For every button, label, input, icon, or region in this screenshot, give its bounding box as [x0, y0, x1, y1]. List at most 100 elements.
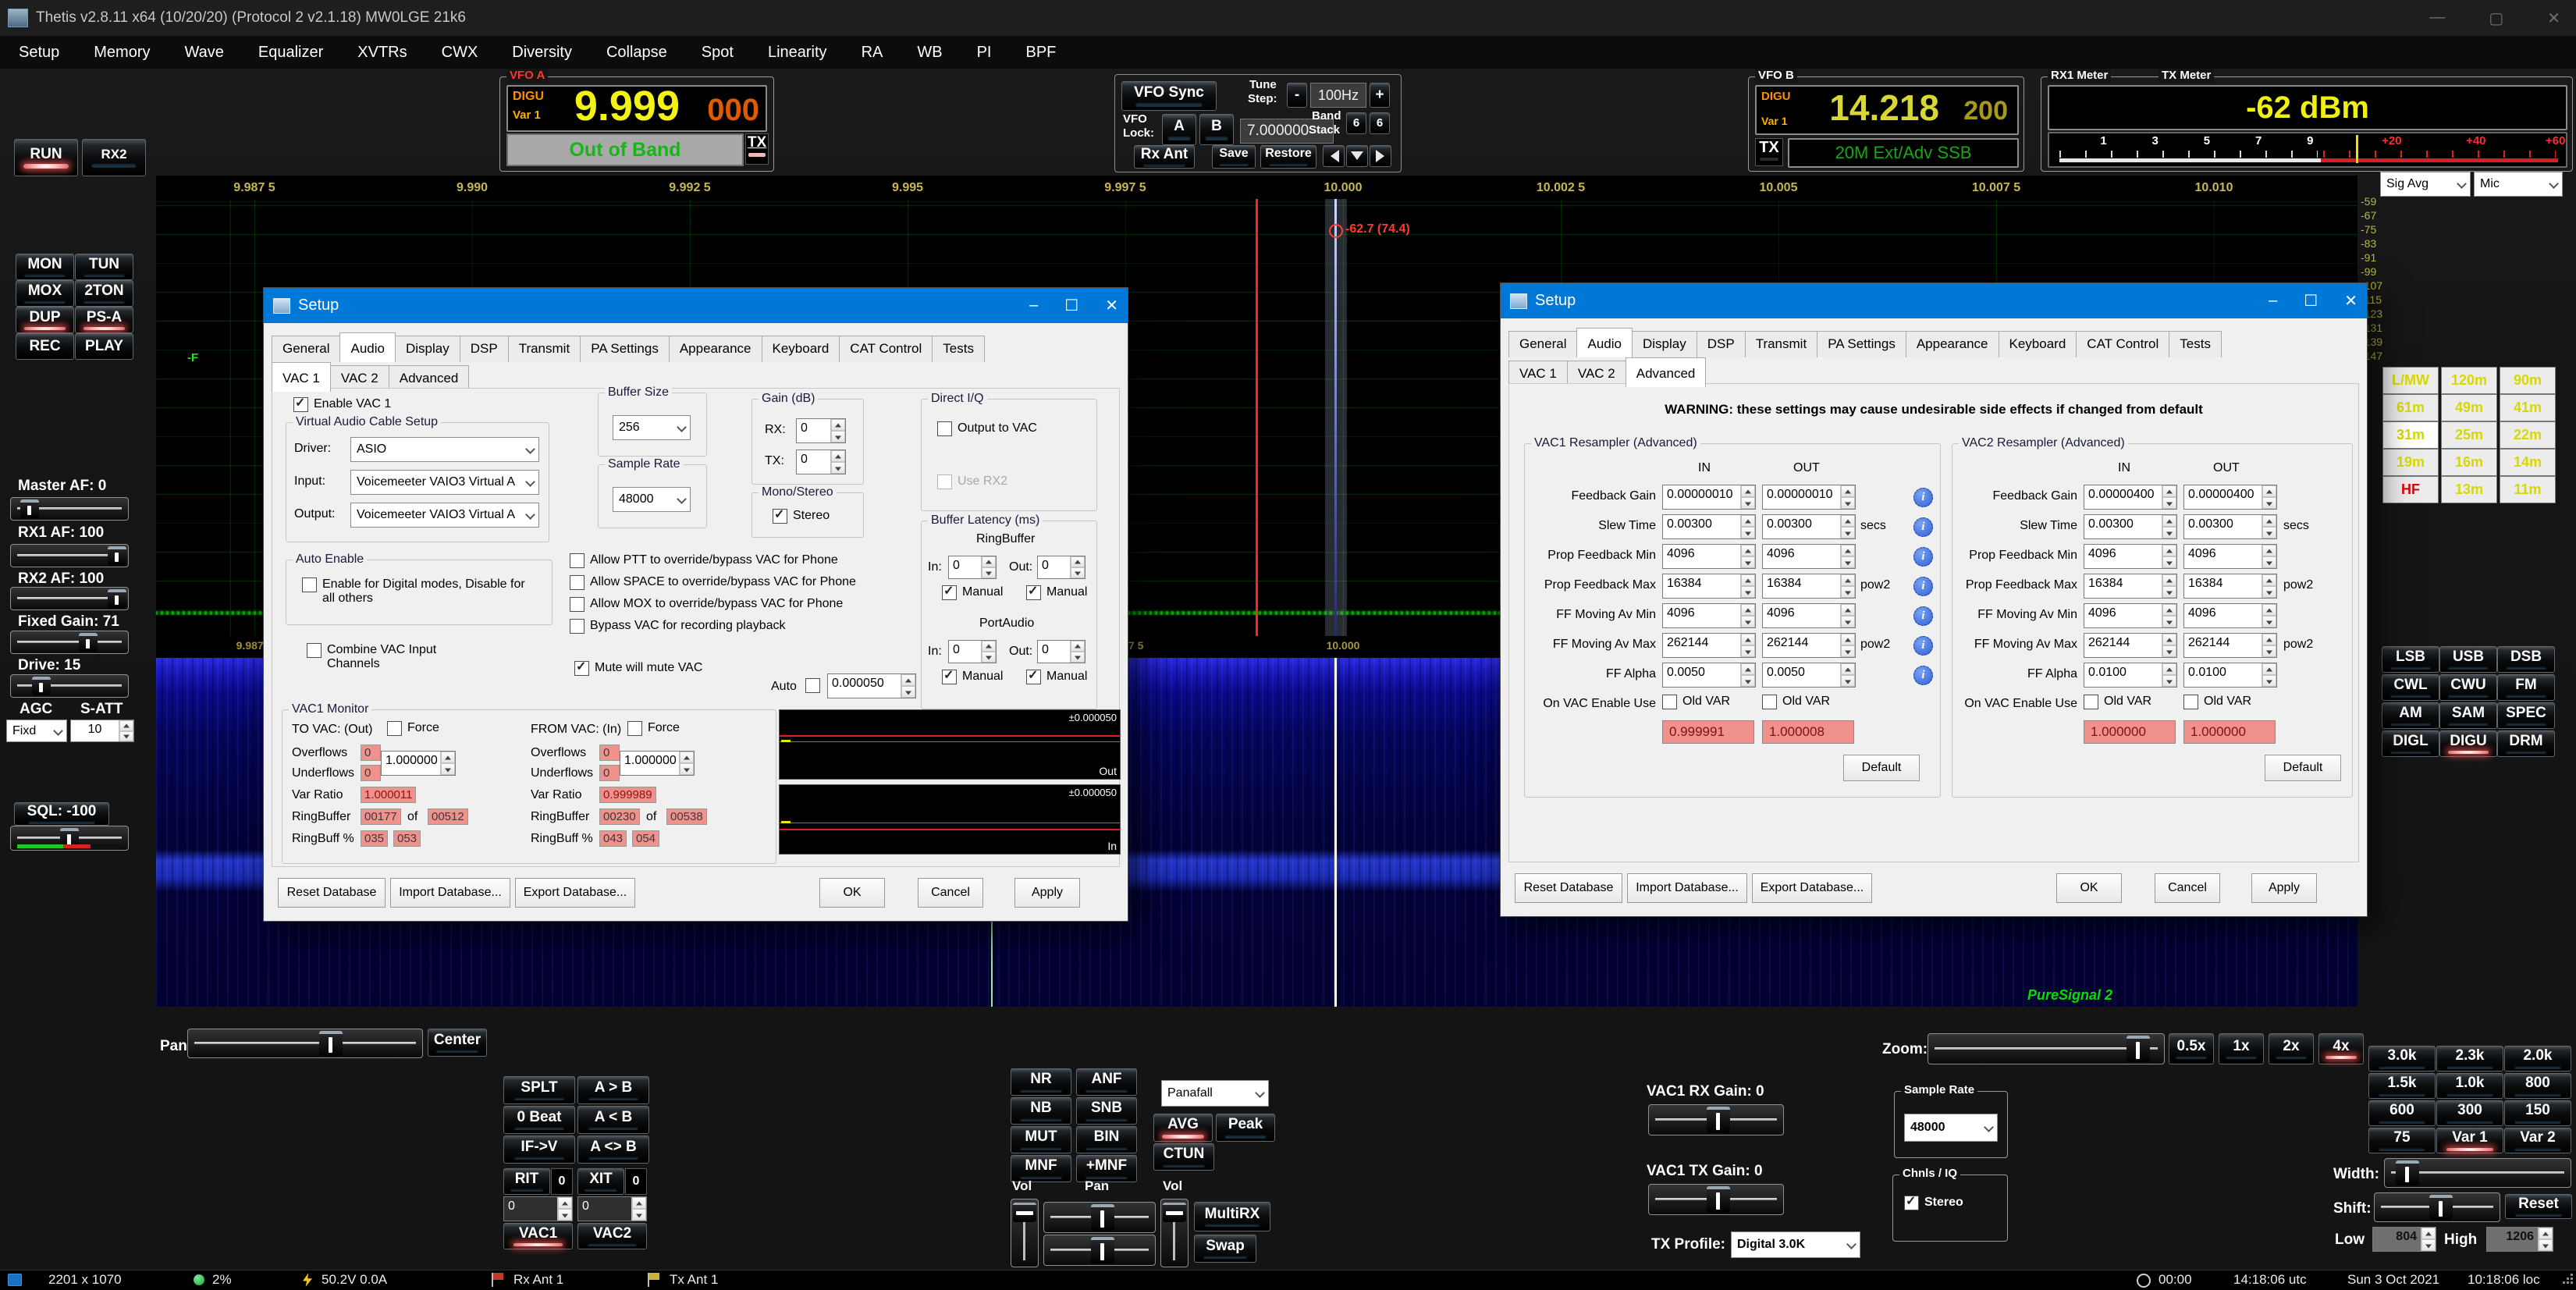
tab-cat-control[interactable]: CAT Control	[839, 336, 933, 362]
band-120m-button[interactable]: 120m	[2441, 367, 2497, 394]
band-hf-button[interactable]: HF	[2382, 476, 2439, 503]
resize-grip-icon[interactable]	[2563, 1281, 2565, 1284]
vac1-out-oldvar-checkbox[interactable]: Old VAR	[1762, 695, 1830, 709]
cancel-button[interactable]: Cancel	[2155, 873, 2220, 903]
vac1-out-spinner[interactable]: 262144	[1762, 633, 1856, 658]
ring-out-spinner[interactable]: 0	[1037, 556, 1085, 579]
menu-setup[interactable]: Setup	[19, 44, 59, 62]
band-22m-button[interactable]: 22m	[2500, 421, 2556, 449]
s-att-spinner[interactable]: 10	[70, 720, 134, 742]
vac2-out-spinner[interactable]: 0.00300	[2183, 514, 2277, 539]
rx1-meter-label[interactable]: RX1 Meter	[2048, 69, 2111, 82]
vfo-lock-b-button[interactable]: B	[1199, 114, 1234, 145]
filter-300-button[interactable]: 300	[2436, 1100, 2503, 1126]
menu-pi[interactable]: PI	[977, 44, 992, 62]
vac2-out-spinner[interactable]: 0.0100	[2183, 663, 2277, 688]
anf-button[interactable]: ANF	[1076, 1068, 1137, 1096]
vac2-out-spinner[interactable]: 0.00000400	[2183, 485, 2277, 510]
mode-drm-button[interactable]: DRM	[2497, 730, 2555, 757]
allow-space-checkbox[interactable]: Allow SPACE to override/bypass VAC for P…	[570, 575, 856, 590]
rx1-pan-slider[interactable]	[1043, 1202, 1156, 1233]
vac1-button[interactable]: VAC1	[503, 1223, 573, 1249]
band-left-arrow-button[interactable]	[1323, 145, 1345, 167]
band-right-arrow-button[interactable]	[1370, 145, 1391, 167]
band-31m-button[interactable]: 31m	[2382, 421, 2439, 449]
tab-display[interactable]: Display	[395, 336, 460, 362]
subtab-advanced[interactable]: Advanced	[1626, 357, 1707, 387]
split-button[interactable]: SPLT	[503, 1076, 575, 1104]
mode-dsb-button[interactable]: DSB	[2497, 646, 2555, 673]
ring-in-spinner[interactable]: 0	[948, 556, 997, 579]
tab-display[interactable]: Display	[1632, 331, 1697, 357]
band-lmw-button[interactable]: L/MW	[2382, 367, 2439, 394]
rx-gain-spinner[interactable]: 0	[796, 418, 846, 443]
width-slider[interactable]	[2384, 1158, 2571, 1188]
agc-select[interactable]: Fixd	[6, 720, 67, 742]
tab-keyboard[interactable]: Keyboard	[762, 336, 840, 362]
vfo-a-display[interactable]: DIGU Var 1 9.999 000	[506, 85, 767, 132]
mode-cwu-button[interactable]: CWU	[2439, 674, 2497, 701]
vac1-in-spinner[interactable]: 4096	[1662, 544, 1756, 569]
vac1-in-spinner[interactable]: 16384	[1662, 574, 1756, 599]
setup-dialog-advanced[interactable]: Setup – ☐ ✕ General Audio Display DSP Tr…	[1500, 283, 2368, 917]
sample-rate-select[interactable]: 48000	[1904, 1114, 1998, 1142]
filter-high-spinner[interactable]: 1206	[2486, 1227, 2553, 1252]
filter-1-5k-button[interactable]: 1.5k	[2368, 1073, 2436, 1099]
vac2-out-spinner[interactable]: 16384	[2183, 574, 2277, 599]
tab-pa-settings[interactable]: PA Settings	[580, 336, 670, 362]
band-13m-button[interactable]: 13m	[2441, 476, 2497, 503]
band-61m-button[interactable]: 61m	[2382, 394, 2439, 421]
cancel-button[interactable]: Cancel	[918, 878, 983, 908]
nb-button[interactable]: NB	[1011, 1097, 1071, 1125]
menu-linearity[interactable]: Linearity	[768, 44, 827, 62]
band-14m-button[interactable]: 14m	[2500, 449, 2556, 476]
vac2-out-spinner[interactable]: 4096	[2183, 544, 2277, 569]
pa-out-spinner[interactable]: 0	[1037, 640, 1085, 663]
sql-slider[interactable]	[10, 826, 129, 851]
ok-button[interactable]: OK	[819, 878, 885, 908]
tab-cat-control[interactable]: CAT Control	[2076, 331, 2169, 357]
dialog-title-bar[interactable]: Setup – ☐ ✕	[264, 288, 1128, 323]
shift-slider[interactable]	[2374, 1192, 2500, 1222]
driver-select[interactable]: ASIO	[350, 437, 539, 462]
dialog-stereo-checkbox[interactable]: Stereo	[773, 509, 830, 524]
windows-icon[interactable]	[8, 1274, 22, 1286]
vac2-default-button[interactable]: Default	[2265, 755, 2341, 781]
mode-digu-button[interactable]: DIGU	[2439, 730, 2497, 757]
rx2-af-slider[interactable]	[10, 587, 129, 610]
mode-spec-button[interactable]: SPEC	[2497, 702, 2555, 729]
sql-button[interactable]: SQL: -100	[14, 802, 109, 826]
rx1-af-slider[interactable]	[10, 544, 129, 567]
mode-lsb-button[interactable]: LSB	[2382, 646, 2439, 673]
mute-will-mute-checkbox[interactable]: Mute will mute VAC	[574, 661, 702, 676]
mon-button[interactable]: MON	[16, 254, 74, 280]
mox-button[interactable]: MOX	[16, 280, 74, 307]
vfo-a-frequency[interactable]: 9.999	[574, 82, 680, 130]
rit-button[interactable]: RIT	[503, 1168, 550, 1195]
master-af-slider[interactable]	[10, 497, 129, 521]
vfo-b-tx-button[interactable]: TX	[1755, 138, 1783, 166]
auto-checkbox[interactable]	[805, 678, 820, 693]
info-icon[interactable]: i	[1913, 547, 1933, 567]
bin-button[interactable]: BIN	[1076, 1126, 1137, 1153]
maximize-icon[interactable]: ▢	[2489, 9, 2503, 28]
maximize-icon[interactable]: ☐	[1064, 296, 1078, 315]
tun-button[interactable]: TUN	[75, 254, 133, 280]
vac1-in-spinner[interactable]: 0.0050	[1662, 663, 1756, 688]
filter-var2-button[interactable]: Var 2	[2504, 1128, 2571, 1153]
avg-button[interactable]: AVG	[1153, 1114, 1213, 1142]
vac1-out-spinner[interactable]: 0.0050	[1762, 663, 1856, 688]
snb-button[interactable]: SNB	[1076, 1097, 1137, 1125]
band-stack-1-button[interactable]: 6	[1346, 112, 1366, 134]
mode-cwl-button[interactable]: CWL	[2382, 674, 2439, 701]
save-button[interactable]: Save	[1212, 145, 1256, 169]
export-database-button[interactable]: Export Database...	[1752, 873, 1872, 903]
menu-xvtrs[interactable]: XVTRs	[357, 44, 407, 62]
zoom-2x-button[interactable]: 2x	[2269, 1033, 2314, 1064]
tab-keyboard[interactable]: Keyboard	[1999, 331, 2077, 357]
pa-in-spinner[interactable]: 0	[948, 640, 997, 663]
run-button[interactable]: RUN	[14, 139, 78, 176]
vac1-out-spinner[interactable]: 16384	[1762, 574, 1856, 599]
input-select[interactable]: Voicemeeter VAIO3 Virtual A	[350, 470, 539, 495]
export-database-button[interactable]: Export Database...	[515, 878, 635, 908]
